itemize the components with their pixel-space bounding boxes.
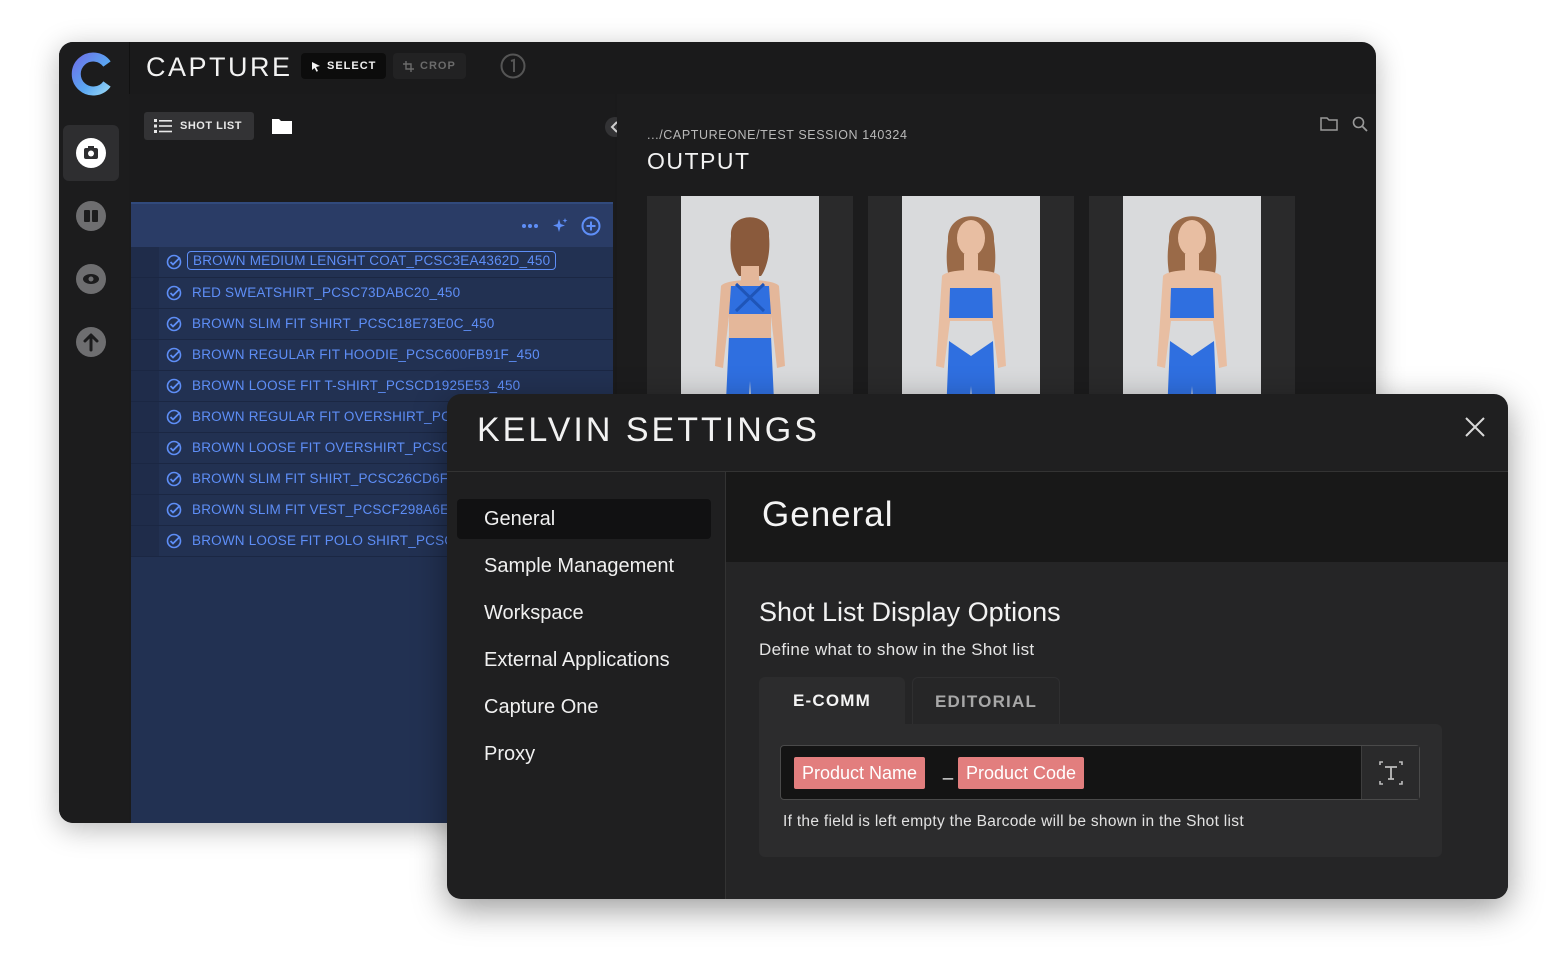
check-icon xyxy=(166,285,182,301)
shot-list-item-label: BROWN LOOSE FIT T-SHIRT_PCSCD1925E53_450 xyxy=(192,378,521,393)
tab-editorial[interactable]: EDITORIAL xyxy=(912,677,1060,726)
section-title: Shot List Display Options xyxy=(759,597,1061,627)
shot-list-label: SHOT LIST xyxy=(180,120,242,132)
cursor-icon xyxy=(312,61,320,72)
nav-item-sample-management[interactable]: Sample Management xyxy=(457,546,711,586)
rail-upload-button[interactable] xyxy=(63,314,119,370)
check-icon xyxy=(166,502,182,518)
eye-icon xyxy=(76,264,106,294)
folder-icon[interactable] xyxy=(271,116,293,136)
settings-content: General Shot List Display Options Define… xyxy=(726,472,1508,899)
token-separator: _ xyxy=(943,760,954,780)
output-title: OUTPUT xyxy=(647,148,751,174)
shot-list-button[interactable]: SHOT LIST xyxy=(144,112,254,140)
session-path: .../CAPTUREONE/TEST SESSION 140324 xyxy=(647,128,908,142)
token-product-name[interactable]: Product Name xyxy=(794,757,926,789)
nav-item-proxy[interactable]: Proxy xyxy=(457,734,711,774)
dialog-title: KELVIN SETTINGS xyxy=(477,411,820,449)
shot-list-header xyxy=(131,202,613,247)
shot-list-item-label: BROWN LOOSE FIT OVERSHIRT_PCSCB xyxy=(192,440,461,455)
tab-e-comm[interactable]: E-COMM xyxy=(759,677,905,725)
top-bar: CAPTURE SELECT CROP xyxy=(129,42,1376,94)
check-icon xyxy=(166,347,182,363)
shot-list-item-label: BROWN REGULAR FIT HOODIE_PCSC600FB91F_45… xyxy=(192,347,540,362)
search-icon[interactable] xyxy=(1352,116,1368,132)
rail-library-button[interactable] xyxy=(63,188,119,244)
nav-item-workspace[interactable]: Workspace xyxy=(457,593,711,633)
shot-count-icon[interactable] xyxy=(500,53,526,79)
shot-list-item-label: RED SWEATSHIRT_PCSC73DABC20_450 xyxy=(192,285,461,300)
check-icon xyxy=(166,254,182,270)
camera-icon xyxy=(76,138,106,168)
crop-tool-label: CROP xyxy=(420,60,456,72)
sparkle-icon[interactable] xyxy=(551,217,569,235)
left-rail xyxy=(59,42,130,823)
check-icon xyxy=(166,440,182,456)
check-icon xyxy=(166,378,182,394)
shot-list-row[interactable]: BROWN MEDIUM LENGHT COAT_PCSC3EA4362D_45… xyxy=(131,247,613,278)
select-tool-button[interactable]: SELECT xyxy=(301,53,387,79)
shot-list-item-label: BROWN MEDIUM LENGHT COAT_PCSC3EA4362D_45… xyxy=(187,251,557,270)
app-logo-icon xyxy=(71,52,111,96)
shot-list-item-label: BROWN SLIM FIT SHIRT_PCSC18E73E0C_450 xyxy=(192,316,495,331)
shot-list-row[interactable]: RED SWEATSHIRT_PCSC73DABC20_450 xyxy=(131,278,613,309)
field-hint: If the field is left empty the Barcode w… xyxy=(783,813,1244,830)
tab-panel: Product Name _ Product Code If the field… xyxy=(759,724,1442,857)
content-header: General xyxy=(726,472,1508,562)
insert-field-button[interactable] xyxy=(1361,746,1419,799)
select-tool-label: SELECT xyxy=(327,60,377,72)
token-product-code[interactable]: Product Code xyxy=(958,757,1085,789)
nav-item-general[interactable]: General xyxy=(457,499,711,539)
book-icon xyxy=(76,201,106,231)
shot-list-row[interactable]: BROWN SLIM FIT SHIRT_PCSC18E73E0C_450 xyxy=(131,309,613,340)
check-icon xyxy=(166,533,182,549)
rail-camera-button[interactable] xyxy=(63,125,119,181)
crop-icon xyxy=(403,60,414,72)
check-icon xyxy=(166,471,182,487)
close-icon[interactable] xyxy=(1464,416,1486,438)
crop-tool-button[interactable]: CROP xyxy=(393,53,466,79)
check-icon xyxy=(166,409,182,425)
section-subtitle: Define what to show in the Shot list xyxy=(759,640,1035,659)
upload-icon xyxy=(76,327,106,357)
app-title: CAPTURE xyxy=(146,52,293,82)
add-circle-icon[interactable] xyxy=(581,216,601,236)
content-title: General xyxy=(762,495,894,534)
shot-list-item-label: BROWN SLIM FIT SHIRT_PCSC26CD6F xyxy=(192,471,449,486)
list-icon xyxy=(154,119,172,133)
text-field-icon xyxy=(1378,760,1403,785)
settings-nav: General Sample Management Workspace Exte… xyxy=(447,472,726,899)
nav-item-capture-one[interactable]: Capture One xyxy=(457,687,711,727)
dialog-header: KELVIN SETTINGS xyxy=(447,394,1508,472)
shot-list-item-label: BROWN LOOSE FIT POLO SHIRT_PCSC xyxy=(192,533,455,548)
kelvin-settings-dialog: KELVIN SETTINGS General Sample Managemen… xyxy=(447,394,1508,899)
more-icon[interactable] xyxy=(521,223,539,229)
shot-list-item-label: BROWN SLIM FIT VEST_PCSCF298A6E xyxy=(192,502,450,517)
shot-list-format-field[interactable]: Product Name _ Product Code xyxy=(780,745,1420,800)
shot-list-row[interactable]: BROWN REGULAR FIT HOODIE_PCSC600FB91F_45… xyxy=(131,340,613,371)
nav-item-external-applications[interactable]: External Applications xyxy=(457,640,711,680)
check-icon xyxy=(166,316,182,332)
folder-outline-icon[interactable] xyxy=(1320,116,1338,132)
rail-review-button[interactable] xyxy=(63,251,119,307)
